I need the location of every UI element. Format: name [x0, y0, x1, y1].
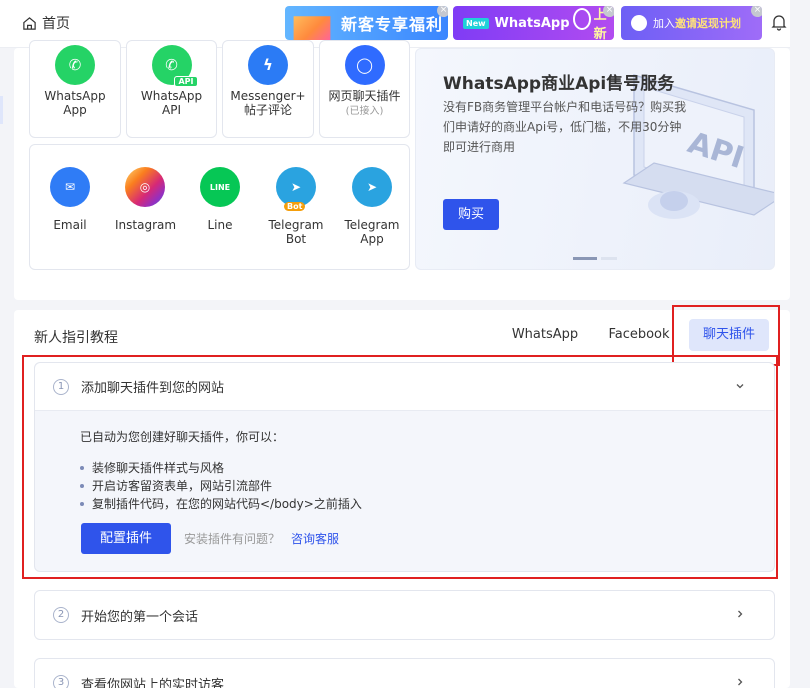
- channel-label: Line: [207, 218, 233, 232]
- channel-web-chat-plugin[interactable]: ◯ 网页聊天插件 (已接入): [319, 40, 410, 138]
- right-gutter: [790, 0, 810, 688]
- channel-instagram[interactable]: ◎ Instagram: [115, 167, 177, 232]
- guide-step-3[interactable]: 3 查看你网站上的实时访客: [34, 658, 775, 688]
- telegram-bot-icon: ➤ Bot: [276, 167, 316, 211]
- channel-telegram-bot[interactable]: ➤ Bot Telegram Bot: [259, 167, 333, 246]
- instagram-icon: ◎: [125, 167, 165, 207]
- guide-step-2-header[interactable]: 2 开始您的第一个会话: [35, 591, 774, 639]
- channel-sublabel: 帖子评论: [243, 103, 292, 117]
- channel-label: WhatsApp: [44, 89, 106, 103]
- channel-sublabel: API: [162, 103, 181, 117]
- chevron-right-icon[interactable]: [734, 676, 746, 688]
- new-badge: New: [463, 17, 489, 29]
- step-title: 开始您的第一个会话: [81, 609, 199, 625]
- chevron-right-icon[interactable]: [734, 608, 746, 620]
- channel-messenger[interactable]: ϟ Messenger+ 帖子评论: [222, 40, 314, 138]
- guide-title: 新人指引教程: [34, 330, 118, 346]
- channel-telegram-app[interactable]: ➤ Telegram App: [334, 167, 410, 246]
- close-icon[interactable]: ×: [751, 6, 762, 17]
- api-banner-title: WhatsApp商业Api售号服务: [443, 74, 675, 94]
- referral-banner-highlight: 邀请返现计划: [675, 17, 741, 30]
- carousel-dot[interactable]: [573, 257, 597, 260]
- home-icon: [23, 16, 36, 30]
- home-link[interactable]: 首页: [22, 13, 70, 33]
- tab-facebook[interactable]: Facebook: [603, 319, 675, 351]
- messenger-icon: ϟ: [248, 45, 288, 85]
- bell-icon[interactable]: [770, 13, 788, 31]
- channel-whatsapp-api-label: WhatsApp API: [127, 89, 216, 117]
- api-banner-description: 没有FB商务管理平台帐户和电话号码？购买我们申请好的商业Api号，低门槛，不用3…: [443, 100, 687, 154]
- channel-label: Messenger+: [230, 89, 306, 103]
- channel-label: Instagram: [115, 218, 177, 232]
- channel-label: Telegram App: [344, 218, 400, 246]
- close-icon[interactable]: ×: [603, 6, 614, 17]
- channel-whatsapp-app-label: WhatsApp App: [30, 89, 120, 117]
- channel-email[interactable]: ✉ Email: [50, 167, 90, 232]
- coin-icon: [631, 15, 647, 31]
- referral-banner-text: 加入邀请返现计划: [653, 15, 741, 31]
- line-icon: LINE: [200, 167, 240, 207]
- chat-plugin-icon: ◯: [344, 45, 385, 85]
- channel-label: Telegram Bot: [268, 218, 324, 246]
- line-icon-text: LINE: [209, 182, 231, 192]
- telegram-icon: ➤: [352, 167, 392, 207]
- channel-whatsapp-app[interactable]: ✆ WhatsApp App: [29, 40, 121, 138]
- step-title: 查看你网站上的实时访客: [81, 677, 225, 688]
- channels-row-2: ✉ Email ◎ Instagram LINE Line ➤ Bot Teleg…: [29, 144, 410, 270]
- channel-line[interactable]: LINE Line: [200, 167, 240, 232]
- channel-whatsapp-api[interactable]: ✆ API WhatsApp API: [126, 40, 217, 138]
- buy-button[interactable]: 购买: [443, 199, 499, 230]
- referral-banner-prefix: 加入: [653, 17, 675, 30]
- email-icon: ✉: [50, 167, 90, 207]
- new-customer-banner[interactable]: 新客专享福利 ×: [285, 6, 448, 40]
- carousel-dot[interactable]: [601, 257, 617, 260]
- home-label: 首页: [42, 16, 70, 32]
- whatsapp-banner-text: WhatsApp: [494, 15, 570, 31]
- tab-whatsapp[interactable]: WhatsApp: [509, 319, 581, 351]
- gift-icon: [293, 16, 331, 40]
- channel-label: Email: [53, 218, 87, 232]
- whatsapp-icon: ✆: [55, 45, 95, 85]
- channel-web-chat-label: 网页聊天插件 (已接入): [320, 89, 409, 119]
- whatsapp-api-icon: ✆ API: [151, 45, 198, 87]
- whatsapp-new-banner[interactable]: New WhatsApp 上新 ×: [453, 6, 614, 40]
- api-service-banner: API WhatsApp商业Api售号服务 没有FB商务管理平台帐户和电话号码？…: [415, 48, 775, 270]
- referral-banner[interactable]: 加入邀请返现计划 ×: [621, 6, 762, 40]
- close-icon[interactable]: ×: [437, 6, 448, 17]
- guide-step-3-header[interactable]: 3 查看你网站上的实时访客: [35, 659, 774, 688]
- new-customer-banner-text: 新客专享福利: [341, 15, 444, 34]
- sidebar-active-marker: [0, 96, 3, 124]
- channel-label: WhatsApp: [140, 89, 203, 103]
- step-number: 2: [53, 607, 69, 623]
- highlight-box-step: [22, 355, 778, 579]
- channel-sublabel: App: [63, 103, 87, 117]
- whatsapp-icon: [572, 8, 591, 30]
- step-number: 3: [53, 675, 69, 688]
- channel-status: (已接入): [345, 106, 384, 117]
- api-badge: API: [174, 76, 198, 87]
- carousel-dots: [573, 257, 617, 260]
- channel-messenger-label: Messenger+ 帖子评论: [223, 89, 313, 117]
- guide-step-2[interactable]: 2 开始您的第一个会话: [34, 590, 775, 640]
- bot-badge: Bot: [284, 202, 306, 211]
- channel-label: 网页聊天插件: [328, 89, 401, 103]
